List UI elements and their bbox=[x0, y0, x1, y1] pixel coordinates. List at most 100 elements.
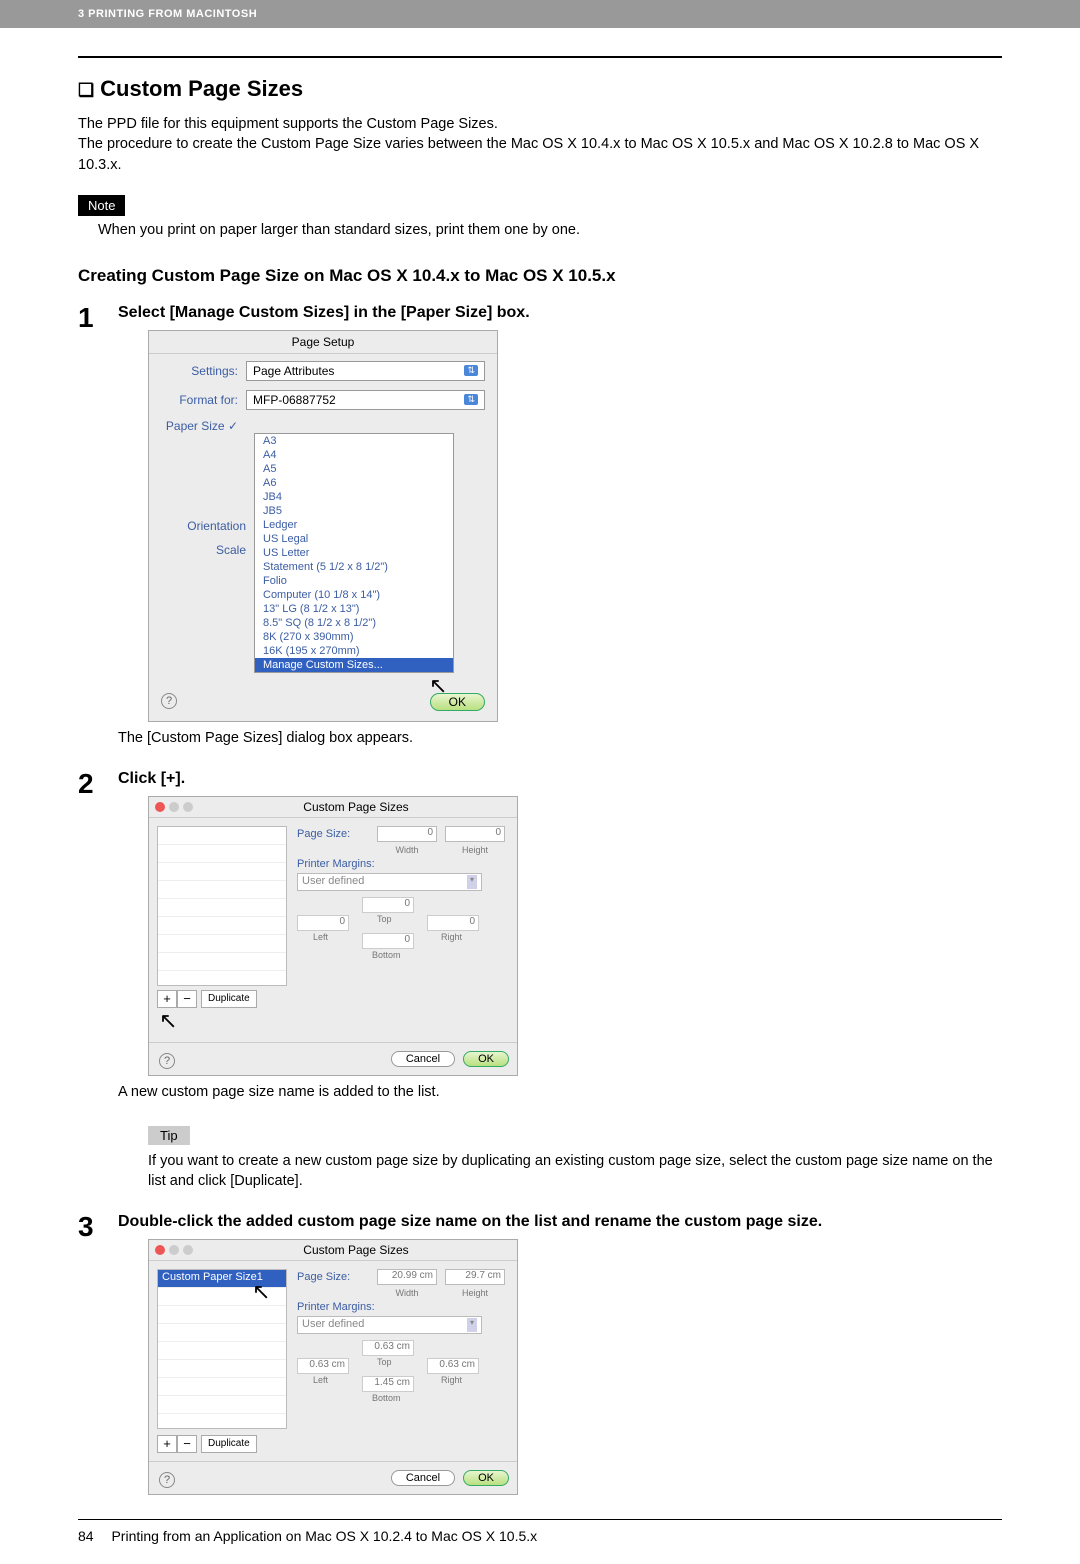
top-margin-input[interactable]: 0 bbox=[362, 897, 414, 913]
paper-size-option[interactable]: US Legal bbox=[255, 532, 453, 546]
paper-size-option[interactable]: Folio bbox=[255, 574, 453, 588]
subheading: Creating Custom Page Size on Mac OS X 10… bbox=[78, 266, 1002, 286]
page-setup-dialog: Page Setup Settings: Page Attributes ⇅ F… bbox=[148, 330, 498, 722]
margins-dropdown[interactable]: User defined▾ bbox=[297, 1316, 482, 1334]
custom-size-list[interactable] bbox=[157, 826, 287, 986]
step-2-title: Click [+]. bbox=[118, 770, 1002, 788]
intro-p2: The procedure to create the Custom Page … bbox=[78, 134, 1002, 175]
width-label: Width bbox=[377, 845, 437, 855]
width-input[interactable]: 0 bbox=[377, 826, 437, 842]
paper-size-option[interactable]: Computer (10 1/8 x 14") bbox=[255, 588, 453, 602]
dialog-title: Custom Page Sizes bbox=[201, 1243, 511, 1257]
cursor-icon: ↖ bbox=[252, 1279, 270, 1305]
remove-button[interactable]: − bbox=[177, 1435, 197, 1453]
minimize-icon[interactable] bbox=[169, 1245, 179, 1255]
duplicate-button[interactable]: Duplicate bbox=[201, 1435, 257, 1453]
width-input[interactable]: 20.99 cm bbox=[377, 1269, 437, 1285]
left-margin-input[interactable]: 0.63 cm bbox=[297, 1358, 349, 1374]
remove-button[interactable]: − bbox=[177, 990, 197, 1008]
duplicate-button[interactable]: Duplicate bbox=[201, 990, 257, 1008]
paper-size-option[interactable]: A3 bbox=[255, 434, 453, 448]
settings-label: Settings: bbox=[161, 364, 246, 378]
ok-button[interactable]: OK bbox=[463, 1051, 509, 1067]
width-label: Width bbox=[377, 1288, 437, 1298]
page-size-label: Page Size: bbox=[297, 828, 377, 840]
step-1-number: 1 bbox=[78, 304, 118, 762]
height-label: Height bbox=[445, 845, 505, 855]
dropdown-arrow-icon: ▾ bbox=[467, 1318, 477, 1332]
header-bar: 3 PRINTING FROM MACINTOSH bbox=[0, 0, 1080, 28]
paper-size-option[interactable]: A5 bbox=[255, 462, 453, 476]
paper-size-option[interactable]: Statement (5 1/2 x 8 1/2") bbox=[255, 560, 453, 574]
step-1-title: Select [Manage Custom Sizes] in the [Pap… bbox=[118, 304, 1002, 322]
square-bullet-icon: ❏ bbox=[78, 80, 94, 100]
height-input[interactable]: 0 bbox=[445, 826, 505, 842]
margins-dropdown[interactable]: User defined▾ bbox=[297, 873, 482, 891]
left-label: Left bbox=[313, 932, 328, 942]
cancel-button[interactable]: Cancel bbox=[391, 1470, 455, 1486]
step-2-caption: A new custom page size name is added to … bbox=[118, 1084, 1002, 1100]
paper-size-option[interactable]: Ledger bbox=[255, 518, 453, 532]
paper-size-option[interactable]: A6 bbox=[255, 476, 453, 490]
left-margin-input[interactable]: 0 bbox=[297, 915, 349, 931]
manage-custom-sizes-option[interactable]: Manage Custom Sizes... bbox=[255, 658, 453, 672]
minimize-icon[interactable] bbox=[169, 802, 179, 812]
cancel-button[interactable]: Cancel bbox=[391, 1051, 455, 1067]
printer-margins-label: Printer Margins: bbox=[297, 1301, 377, 1313]
paper-size-dropdown-list[interactable]: A3 A4 A5 A6 JB4 JB5 Ledger US Legal US L… bbox=[254, 433, 454, 673]
bottom-margin-input[interactable]: 1.45 cm bbox=[362, 1376, 414, 1392]
top-margin-input[interactable]: 0.63 cm bbox=[362, 1340, 414, 1356]
bottom-label: Bottom bbox=[372, 1393, 401, 1403]
top-label: Top bbox=[377, 914, 392, 924]
help-icon[interactable]: ? bbox=[159, 1472, 175, 1488]
zoom-icon[interactable] bbox=[183, 1245, 193, 1255]
close-icon[interactable] bbox=[155, 802, 165, 812]
paper-size-option[interactable]: 16K (195 x 270mm) bbox=[255, 644, 453, 658]
right-label: Right bbox=[441, 932, 462, 942]
help-icon[interactable]: ? bbox=[159, 1053, 175, 1069]
step-2: 2 Click [+]. Custom Page Sizes bbox=[78, 770, 1002, 1206]
help-icon[interactable]: ? bbox=[161, 693, 177, 709]
paper-size-label: Paper Size ✓ bbox=[161, 419, 246, 433]
window-traffic-lights bbox=[155, 802, 193, 812]
step-1-caption: The [Custom Page Sizes] dialog box appea… bbox=[118, 730, 1002, 746]
printer-margins-label: Printer Margins: bbox=[297, 858, 377, 870]
custom-page-sizes-dialog: Custom Page Sizes + − bbox=[148, 796, 518, 1076]
paper-size-option[interactable]: JB5 bbox=[255, 504, 453, 518]
paper-size-option[interactable]: A4 bbox=[255, 448, 453, 462]
intro-p1: The PPD file for this equipment supports… bbox=[78, 114, 1002, 134]
close-icon[interactable] bbox=[155, 1245, 165, 1255]
combo-arrows-icon: ⇅ bbox=[464, 394, 478, 405]
step-3-title: Double-click the added custom page size … bbox=[118, 1213, 1002, 1231]
right-margin-input[interactable]: 0.63 cm bbox=[427, 1358, 479, 1374]
step-2-number: 2 bbox=[78, 770, 118, 1206]
paper-size-option[interactable]: 8K (270 x 390mm) bbox=[255, 630, 453, 644]
page-size-label: Page Size: bbox=[297, 1271, 377, 1283]
page-number: 84 bbox=[78, 1528, 94, 1544]
ok-button[interactable]: OK bbox=[463, 1470, 509, 1486]
custom-page-sizes-dialog-2: Custom Page Sizes Custom Paper Size1 ↖ + bbox=[148, 1239, 518, 1495]
paper-size-option[interactable]: 13" LG (8 1/2 x 13") bbox=[255, 602, 453, 616]
add-button[interactable]: + bbox=[157, 990, 177, 1008]
settings-combo[interactable]: Page Attributes ⇅ bbox=[246, 361, 485, 381]
format-for-label: Format for: bbox=[161, 393, 246, 407]
page-setup-titlebar: Page Setup bbox=[149, 331, 497, 354]
top-label: Top bbox=[377, 1357, 392, 1367]
ok-button[interactable]: OK bbox=[430, 693, 485, 711]
page-footer: 84 Printing from an Application on Mac O… bbox=[78, 1528, 1002, 1564]
paper-size-option[interactable]: US Letter bbox=[255, 546, 453, 560]
right-label: Right bbox=[441, 1375, 462, 1385]
bottom-margin-input[interactable]: 0 bbox=[362, 933, 414, 949]
top-rule bbox=[78, 56, 1002, 58]
right-margin-input[interactable]: 0 bbox=[427, 915, 479, 931]
paper-size-option[interactable]: 8.5" SQ (8 1/2 x 8 1/2") bbox=[255, 616, 453, 630]
zoom-icon[interactable] bbox=[183, 802, 193, 812]
format-for-combo[interactable]: MFP-06887752 ⇅ bbox=[246, 390, 485, 410]
intro-block: The PPD file for this equipment supports… bbox=[78, 114, 1002, 175]
paper-size-option[interactable]: JB4 bbox=[255, 490, 453, 504]
note-text: When you print on paper larger than stan… bbox=[78, 222, 1002, 238]
height-input[interactable]: 29.7 cm bbox=[445, 1269, 505, 1285]
tip-text: If you want to create a new custom page … bbox=[118, 1151, 1002, 1192]
add-button[interactable]: + bbox=[157, 1435, 177, 1453]
cursor-icon: ↖ bbox=[159, 1008, 177, 1034]
